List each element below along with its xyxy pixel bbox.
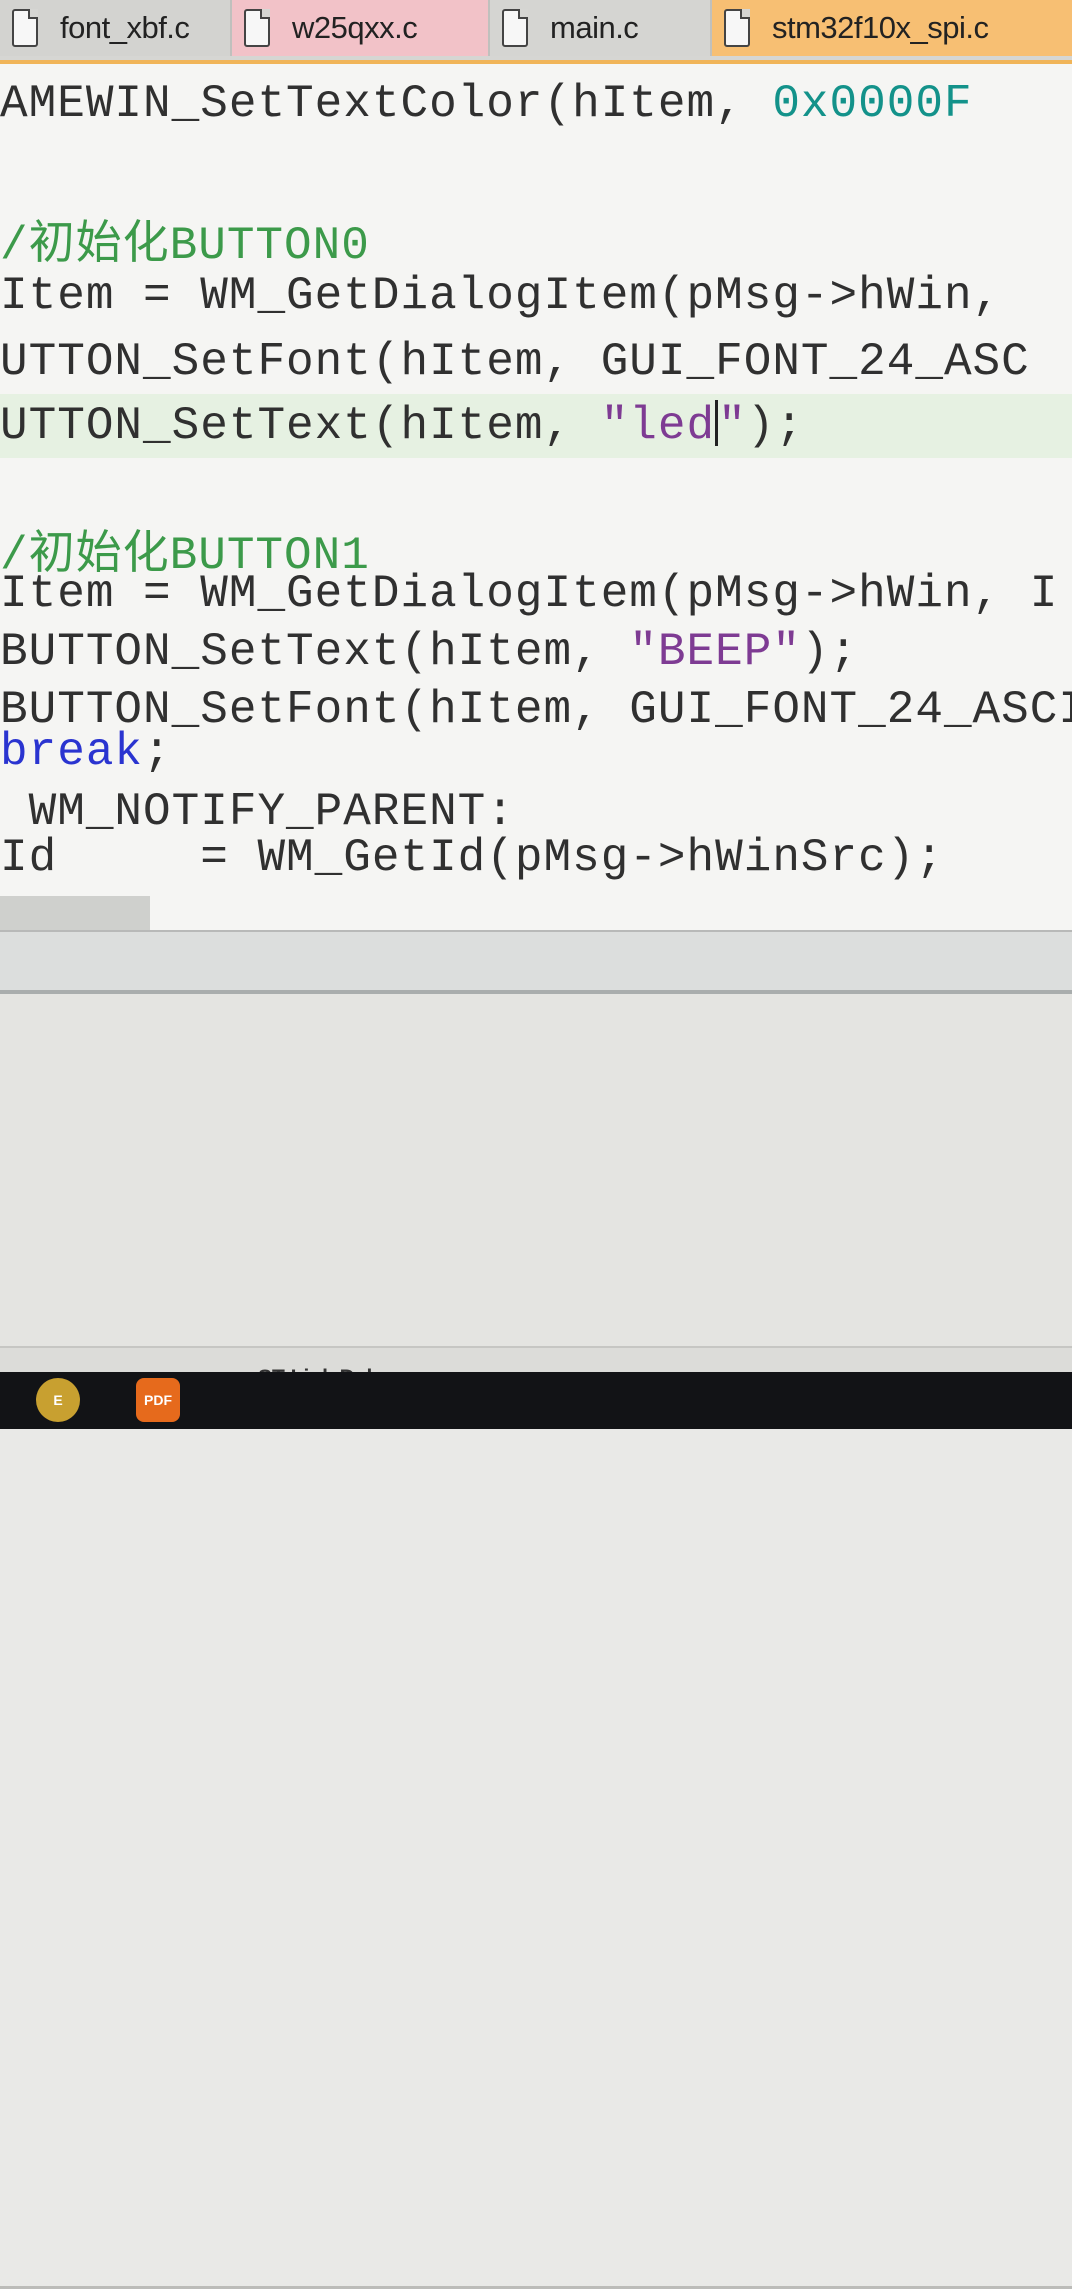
keil-app-icon[interactable]: E: [36, 1378, 80, 1422]
file-tab-bar: font_xbf.c w25qxx.c main.c stm32f10x_spi…: [0, 0, 1072, 64]
file-icon: [12, 9, 38, 47]
code-comment-button0: /初始化BUTTON0: [0, 220, 370, 272]
tab-w25qxx[interactable]: w25qxx.c: [232, 0, 490, 56]
string-literal: ": [718, 400, 747, 452]
file-icon: [244, 9, 270, 47]
tab-label: w25qxx.c: [292, 10, 418, 45]
code-line-10: break;: [0, 726, 172, 778]
code-text: );: [746, 400, 804, 452]
code-text: );: [800, 626, 859, 678]
code-text: BUTTON_SetText(hItem,: [0, 626, 630, 678]
tab-label: font_xbf.c: [60, 10, 190, 45]
code-line-8: BUTTON_SetText(hItem, "BEEP");: [0, 626, 858, 678]
icon-glyph: E: [53, 1392, 63, 1408]
code-text: ;: [143, 726, 172, 778]
tab-stm32f10x-spi[interactable]: stm32f10x_spi.c: [712, 0, 1072, 56]
code-line-12: Id = WM_GetId(pMsg->hWinSrc);: [0, 832, 944, 884]
tab-label: main.c: [550, 10, 639, 45]
tab-font-xbf[interactable]: font_xbf.c: [0, 0, 232, 56]
string-literal: "led: [600, 400, 716, 452]
icon-glyph: PDF: [144, 1392, 172, 1408]
code-line-5: UTTON_SetText(hItem, "led");: [0, 400, 804, 452]
editor-overlay-block: [0, 896, 150, 930]
code-line-3: Item = WM_GetDialogItem(pMsg->hWin,: [0, 270, 1002, 322]
hex-literal: 0x0000F: [772, 78, 973, 130]
code-text: UTTON_SetText(hItem,: [0, 400, 601, 452]
code-editor[interactable]: AMEWIN_SetTextColor(hItem, 0x0000F /初始化B…: [0, 64, 1072, 930]
file-icon: [502, 9, 528, 47]
pdf-app-icon[interactable]: PDF: [136, 1378, 180, 1422]
output-panel: [0, 994, 1072, 2289]
taskbar: E PDF: [0, 1372, 1072, 1429]
tab-main[interactable]: main.c: [490, 0, 712, 56]
file-icon: [724, 9, 750, 47]
code-line-1: AMEWIN_SetTextColor(hItem, 0x0000F: [0, 78, 973, 130]
horizontal-scrollbar[interactable]: [0, 930, 1072, 994]
code-text: AMEWIN_SetTextColor(hItem,: [0, 78, 773, 130]
string-literal: "BEEP": [629, 626, 801, 678]
code-line-7: Item = WM_GetDialogItem(pMsg->hWin, I: [0, 568, 1059, 620]
keyword: break: [0, 726, 144, 778]
code-line-11: WM_NOTIFY_PARENT:: [0, 786, 515, 838]
tab-label: stm32f10x_spi.c: [772, 10, 989, 45]
code-line-4: UTTON_SetFont(hItem, GUI_FONT_24_ASC: [0, 336, 1030, 388]
